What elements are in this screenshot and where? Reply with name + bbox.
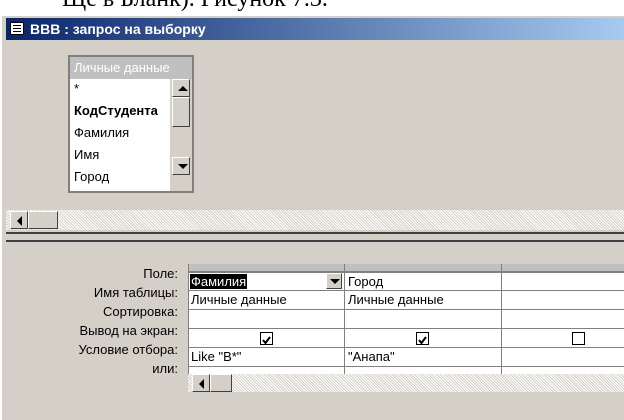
column-selector[interactable] <box>345 264 501 272</box>
checkmark-icon <box>262 336 271 345</box>
row-label-table: Имя таблицы: <box>93 285 178 300</box>
scroll-thumb[interactable] <box>28 211 58 229</box>
table-cell-2[interactable]: Личные данные <box>348 292 444 307</box>
show-checkbox-2[interactable] <box>416 332 429 345</box>
scroll-left-button[interactable] <box>10 211 28 229</box>
field-cell-2[interactable]: Город <box>348 274 383 289</box>
field-list-scrollbar[interactable] <box>170 79 192 191</box>
design-grid[interactable]: Фамилия Личные данные Like "В*" Город Ли… <box>188 264 624 380</box>
grid-line <box>188 290 624 291</box>
grid-line <box>501 264 502 380</box>
query-icon[interactable] <box>10 22 24 35</box>
grid-line <box>188 272 624 273</box>
grid-line <box>188 366 624 367</box>
criteria-cell-1[interactable]: Like "В*" <box>191 349 241 364</box>
arrow-left-icon <box>17 216 22 226</box>
field-list-item[interactable]: Фамилия <box>74 125 129 140</box>
field-list-item[interactable]: Город <box>74 169 109 184</box>
show-checkbox-3[interactable] <box>572 332 585 345</box>
grid-hscrollbar[interactable] <box>188 374 624 392</box>
arrow-left-icon <box>199 379 204 389</box>
table-pane-hscrollbar[interactable] <box>6 210 624 230</box>
criteria-cell-2[interactable]: "Анапа" <box>348 349 395 364</box>
grid-line <box>188 264 189 380</box>
field-list-item[interactable]: КодСтудента <box>74 103 158 118</box>
grid-line <box>188 328 624 329</box>
scroll-up-button[interactable] <box>172 79 190 97</box>
show-checkbox-1[interactable] <box>260 332 273 345</box>
field-cell-1[interactable]: Фамилия <box>190 274 248 289</box>
title-bar[interactable]: ВВВ : запрос на выборку <box>6 18 624 40</box>
field-list-item[interactable]: Имя <box>74 147 99 162</box>
row-label-or: или: <box>152 361 178 376</box>
table-cell-1[interactable]: Личные данные <box>191 292 287 307</box>
scroll-down-button[interactable] <box>172 157 190 175</box>
arrow-down-icon <box>178 164 188 169</box>
scroll-thumb[interactable] <box>210 374 232 392</box>
row-label-criteria: Условие отбора: <box>78 342 178 357</box>
row-label-sort: Сортировка: <box>103 304 178 319</box>
column-selector[interactable] <box>188 264 344 272</box>
window-title: ВВВ : запрос на выборку <box>30 21 206 37</box>
field-list-title: Личные данные <box>74 60 170 75</box>
chevron-down-icon <box>330 279 340 284</box>
row-label-show: Вывод на экран: <box>79 323 178 338</box>
scroll-thumb[interactable] <box>172 97 190 127</box>
checkmark-icon <box>418 336 427 345</box>
scroll-left-button[interactable] <box>192 374 210 392</box>
column-selector[interactable] <box>502 264 624 272</box>
page-text-fragment: Ще в Бланк). Рисунок 7.3. <box>0 0 624 14</box>
field-dropdown-button[interactable] <box>326 273 342 289</box>
field-list[interactable]: * КодСтудента Фамилия Имя Город <box>70 79 170 191</box>
page-text: Ще в Бланк). Рисунок 7.3. <box>62 0 328 13</box>
grid-line <box>188 309 624 310</box>
grid-line <box>188 347 624 348</box>
grid-line <box>344 264 345 380</box>
field-list-box[interactable]: Личные данные * КодСтудента Фамилия Имя … <box>68 55 194 193</box>
pane-splitter[interactable] <box>6 232 624 242</box>
field-list-title-bar[interactable]: Личные данные <box>70 57 192 79</box>
arrow-up-icon <box>178 86 188 91</box>
table-pane[interactable]: Личные данные * КодСтудента Фамилия Имя … <box>6 40 624 208</box>
field-list-item[interactable]: * <box>74 81 79 96</box>
row-label-field: Поле: <box>143 266 178 281</box>
design-grid-pane[interactable]: Поле: Имя таблицы: Сортировка: Вывод на … <box>6 244 624 420</box>
